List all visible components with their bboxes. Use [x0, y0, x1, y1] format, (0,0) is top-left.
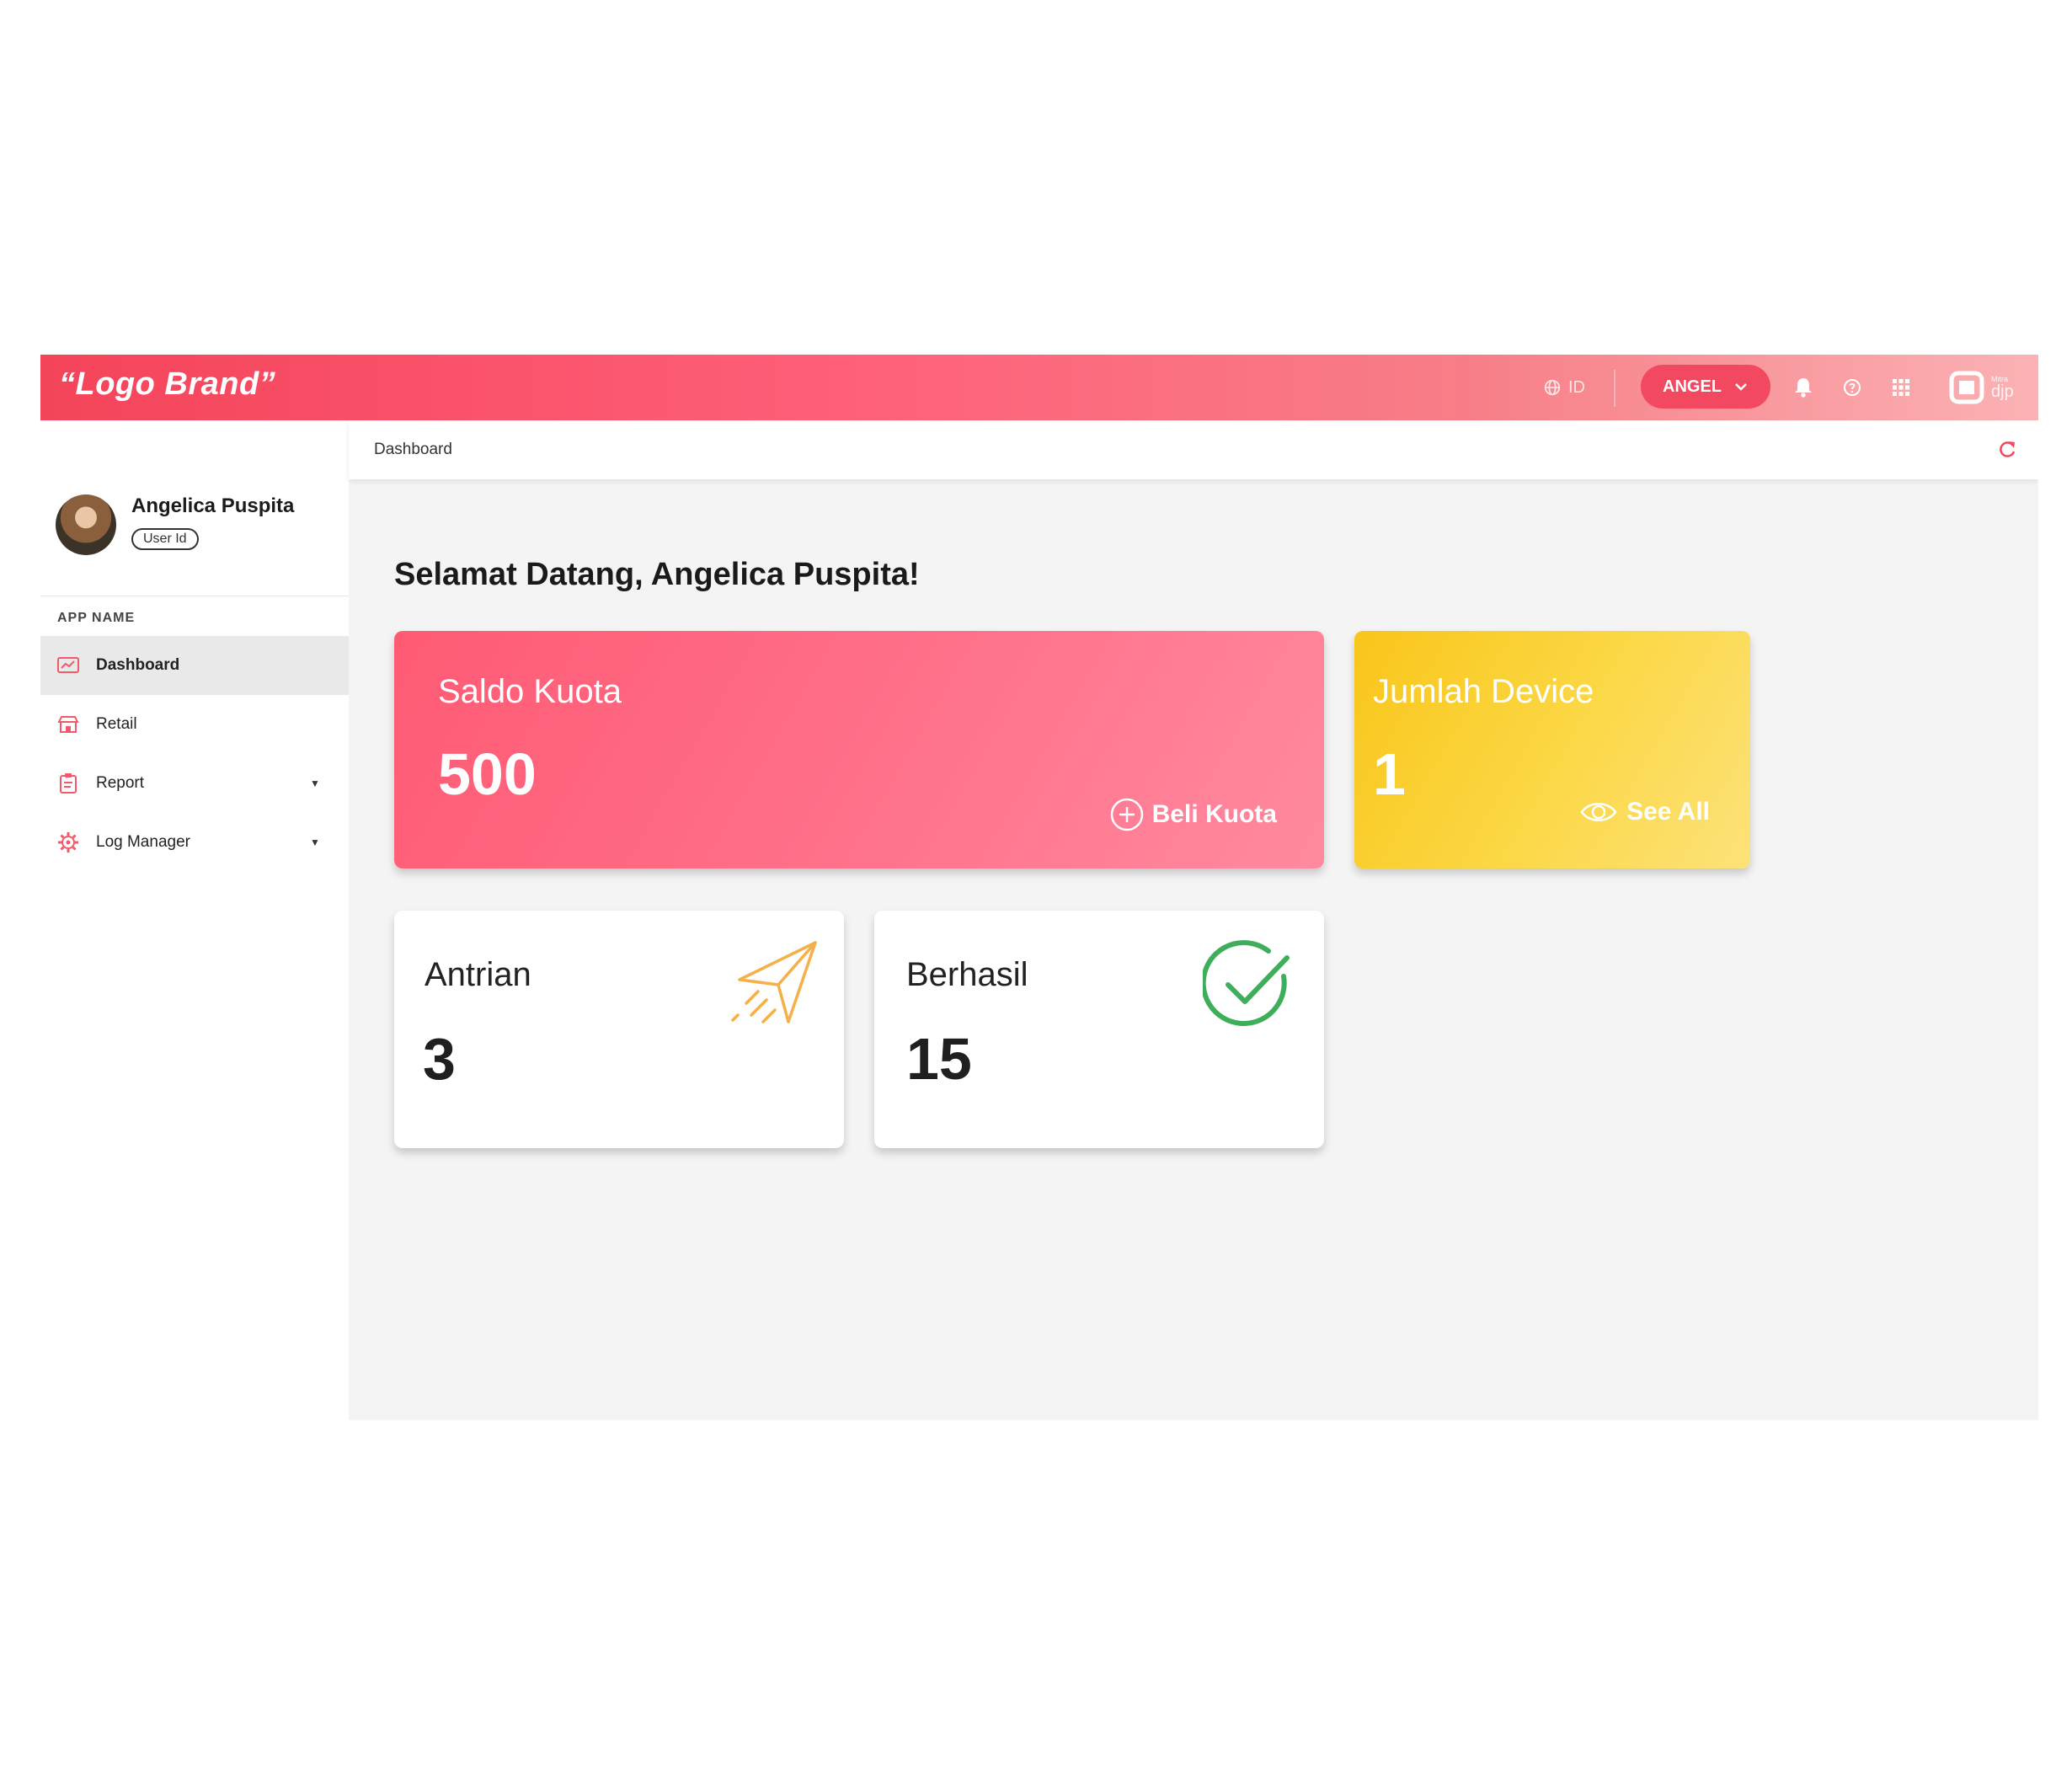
brand-logo[interactable]: “Logo Brand” [59, 366, 275, 403]
top-bar: “Logo Brand” ID ANGEL Mitra djp [40, 355, 2038, 420]
logo-big-text: djp [1991, 382, 2014, 401]
sidebar-item-report[interactable]: Report ▼ [40, 754, 349, 813]
see-all-label: See All [1626, 798, 1710, 826]
card-title: Berhasil [906, 956, 1028, 993]
app-name-heading: APP NAME [57, 611, 136, 625]
djp-logo-icon [1949, 371, 1984, 404]
bell-icon [1795, 378, 1812, 398]
user-id-badge: User Id [131, 528, 199, 550]
caret-down-icon: ▼ [310, 836, 320, 848]
grid-icon [1893, 379, 1909, 396]
card-title: Saldo Kuota [438, 673, 622, 710]
eye-icon [1580, 803, 1617, 821]
saldo-kuota-card: Saldo Kuota 500 Beli Kuota [394, 631, 1324, 868]
partner-logo: Mitra djp [1949, 368, 2025, 407]
caret-down-icon: ▼ [310, 778, 320, 789]
user-menu-button[interactable]: ANGEL [1641, 365, 1770, 409]
paper-plane-icon [731, 941, 817, 1023]
sidebar: Angelica Puspita User Id APP NAME Dashbo… [40, 420, 349, 1420]
sidebar-item-label: Retail [96, 715, 137, 733]
sidebar-item-label: Dashboard [96, 656, 180, 674]
sidebar-item-log-manager[interactable]: Log Manager ▼ [40, 813, 349, 872]
sidebar-item-label: Report [96, 774, 145, 792]
chevron-down-icon [1735, 383, 1747, 391]
antrian-card: Antrian 3 [394, 911, 844, 1148]
clipboard-icon [56, 771, 81, 796]
avatar[interactable] [56, 494, 116, 555]
help-button[interactable] [1838, 373, 1866, 402]
app-window: “Logo Brand” ID ANGEL Mitra djp Angelica… [40, 355, 2038, 1420]
see-all-button[interactable]: See All [1579, 798, 1710, 826]
sidebar-item-dashboard[interactable]: Dashboard [40, 636, 349, 695]
topbar-divider [1614, 370, 1615, 407]
breadcrumb-bar: Dashboard [349, 420, 2038, 479]
gear-log-icon [56, 830, 81, 855]
card-value: 3 [423, 1026, 456, 1092]
globe-icon [1544, 379, 1561, 396]
sidebar-item-label: Log Manager [96, 833, 190, 851]
berhasil-card: Berhasil 15 [874, 911, 1324, 1148]
language-label: ID [1568, 377, 1585, 397]
jumlah-device-card: Jumlah Device 1 See All [1354, 631, 1750, 868]
card-value: 1 [1373, 741, 1406, 807]
breadcrumb[interactable]: Dashboard [374, 441, 452, 459]
profile-name: Angelica Puspita [131, 494, 295, 517]
sidebar-item-retail[interactable]: Retail [40, 695, 349, 754]
beli-kuota-button[interactable]: Beli Kuota [1110, 798, 1277, 831]
dashboard-icon [56, 653, 81, 678]
refresh-icon[interactable] [1996, 439, 2018, 461]
welcome-heading: Selamat Datang, Angelica Puspita! [394, 557, 920, 592]
store-icon [56, 712, 81, 737]
card-value: 15 [906, 1026, 972, 1092]
card-title: Antrian [425, 956, 531, 993]
card-title: Jumlah Device [1373, 673, 1594, 710]
check-circle-icon [1203, 940, 1290, 1026]
help-icon [1844, 379, 1861, 396]
plus-circle-icon [1110, 798, 1143, 831]
user-menu-label: ANGEL [1663, 377, 1722, 396]
notification-button[interactable] [1789, 373, 1818, 402]
apps-button[interactable] [1887, 373, 1915, 402]
beli-kuota-label: Beli Kuota [1151, 800, 1277, 828]
language-selector[interactable]: ID [1543, 375, 1585, 400]
card-value: 500 [438, 741, 537, 807]
